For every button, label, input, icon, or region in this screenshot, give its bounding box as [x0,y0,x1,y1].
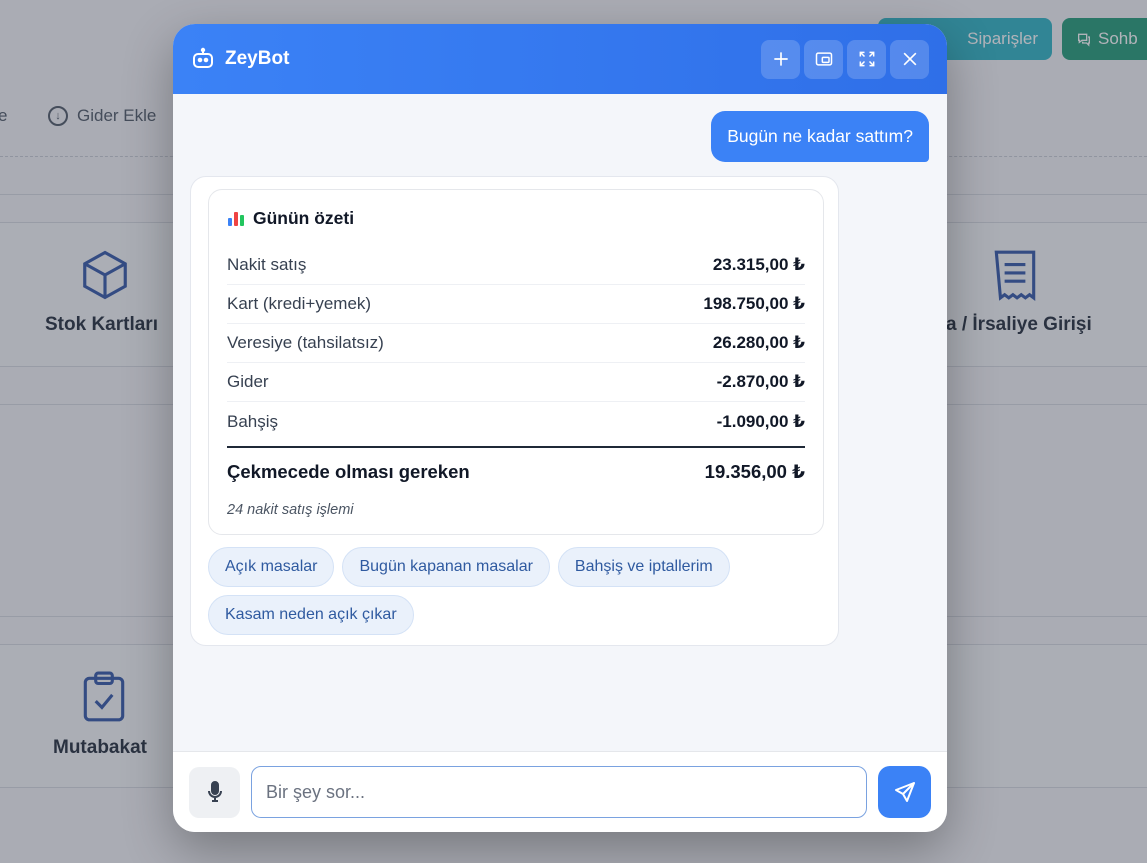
summary-row-label: Kart (kredi+yemek) [227,294,372,313]
microphone-button[interactable] [189,766,240,818]
chat-title: ZeyBot [225,48,290,69]
chat-messages[interactable]: Bugün ne kadar sattım? Günün özeti Nakit… [173,94,947,751]
plus-icon [773,52,788,66]
bar-chart-icon [227,209,245,227]
expand-icon [859,51,874,67]
summary-title-text: Günün özeti [253,207,355,228]
summary-note: 24 nakit satış işlemi [227,502,354,518]
suggestion-chip[interactable]: Bugün kapanan masalar [342,547,550,587]
summary-total: Çekmecede olması gereken 19.356,00 ₺ [227,446,805,496]
suggestion-chips: Açık masalar Bugün kapanan masalar Bahşi… [208,547,808,635]
summary-row-value: 198.750,00 ₺ [703,294,805,313]
robot-icon [193,47,213,68]
summary-row-label: Veresiye (tahsilatsız) [227,333,384,352]
fullscreen-button[interactable] [847,39,886,79]
window-size-button[interactable] [804,39,843,79]
summary-row: Gider -2.870,00 ₺ [227,363,805,402]
suggestion-chip[interactable]: Açık masalar [208,547,335,587]
summary-title: Günün özeti [227,190,805,246]
summary-total-label: Çekmecede olması gereken [227,461,470,482]
send-icon [894,782,915,802]
summary-row-label: Gider [227,372,269,391]
microphone-icon [207,781,222,802]
window-icon [815,52,832,66]
suggestion-chip[interactable]: Kasam neden açık çıkar [208,595,414,635]
bot-message: Günün özeti Nakit satış 23.315,00 ₺ Kart… [190,176,839,646]
summary-total-value: 19.356,00 ₺ [704,461,805,482]
chat-header: ZeyBot [173,24,947,94]
summary-row-label: Bahşiş [227,411,279,431]
user-message: Bugün ne kadar sattım? [711,111,929,162]
summary-row-value: -2.870,00 ₺ [716,372,805,391]
summary-row-value: 23.315,00 ₺ [712,255,805,274]
summary-row-label: Nakit satış [227,255,307,274]
summary-row: Veresiye (tahsilatsız) 26.280,00 ₺ [227,324,805,363]
summary-row: Kart (kredi+yemek) 198.750,00 ₺ [227,285,805,324]
chat-modal: ZeyBot Bugün ne kadar sattım? Günün özet… [173,24,947,832]
summary-row-value: 26.280,00 ₺ [712,333,805,352]
chat-input-bar [173,751,947,832]
close-button[interactable] [890,39,929,79]
suggestion-chip[interactable]: Bahşiş ve iptallerim [557,547,730,587]
close-icon [903,52,916,66]
send-button[interactable] [878,766,931,818]
summary-row: Nakit satış 23.315,00 ₺ [227,246,805,285]
summary-row: Bahşiş -1.090,00 ₺ [227,402,805,441]
new-chat-button[interactable] [761,39,800,79]
chat-input[interactable] [251,766,867,818]
daily-summary-card: Günün özeti Nakit satış 23.315,00 ₺ Kart… [208,189,824,535]
summary-row-value: -1.090,00 ₺ [716,411,805,431]
